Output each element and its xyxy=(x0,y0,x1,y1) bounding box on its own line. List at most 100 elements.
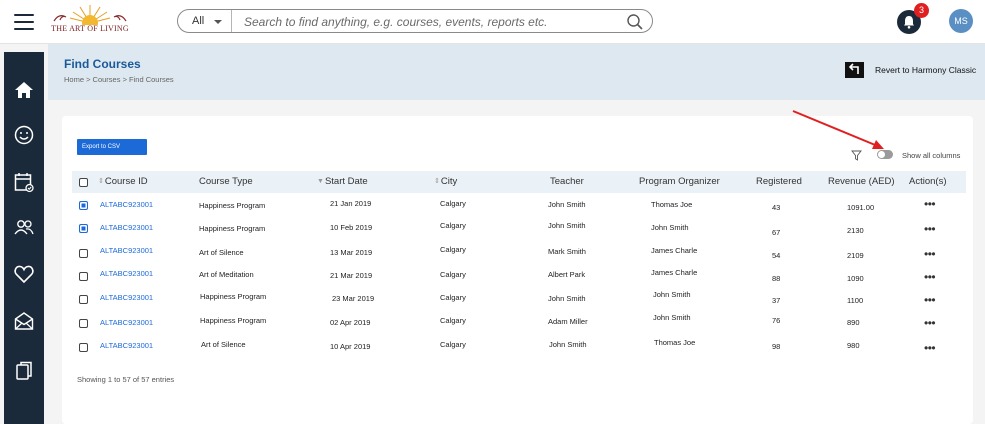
home-icon[interactable] xyxy=(13,79,35,101)
sort-icon: ⇕ xyxy=(434,178,440,185)
course-id-link[interactable]: ALTABC923001 xyxy=(100,246,153,255)
brand-logo[interactable]: THE ART OF LIVING xyxy=(46,3,134,33)
table-row: ALTABC923001 Happiness Program 02 Apr 20… xyxy=(72,310,966,333)
organizer-cell: Thomas Joe xyxy=(654,338,696,347)
teacher-cell: Adam Miller xyxy=(548,317,588,326)
table-row: ALTABC923001 Art of Silence 13 Mar 2019 … xyxy=(72,241,966,264)
revenue-cell: 2109 xyxy=(847,251,864,260)
show-all-columns-toggle[interactable] xyxy=(877,150,893,159)
row-checkbox[interactable] xyxy=(79,272,88,281)
start-date-cell: 13 Mar 2019 xyxy=(330,248,373,257)
row-checkbox[interactable] xyxy=(79,319,88,328)
course-type-cell: Happiness Program xyxy=(200,316,267,325)
envelope-icon[interactable] xyxy=(13,310,35,332)
column-header-city[interactable]: ⇕City xyxy=(434,176,457,187)
revenue-cell: 890 xyxy=(847,318,860,327)
search-scope-select[interactable]: All xyxy=(178,10,232,32)
teacher-cell: John Smith xyxy=(548,200,586,209)
table-row: ALTABC923001 Happiness Program 21 Jan 20… xyxy=(72,195,966,218)
revenue-cell: 980 xyxy=(847,341,860,350)
select-all-checkbox[interactable] xyxy=(79,178,88,187)
row-checkbox[interactable] xyxy=(79,201,88,210)
hamburger-menu-icon[interactable] xyxy=(14,14,34,30)
row-checkbox[interactable] xyxy=(79,295,88,304)
notification-count-badge: 3 xyxy=(914,3,929,18)
column-header-actions: Action(s) xyxy=(909,176,947,187)
row-checkbox[interactable] xyxy=(79,224,88,233)
city-cell: Calgary xyxy=(440,245,466,254)
course-type-cell: Happiness Program xyxy=(199,201,266,210)
column-header-course-type[interactable]: Course Type xyxy=(199,176,253,187)
heart-icon[interactable] xyxy=(13,263,35,285)
row-actions-menu[interactable]: ••• xyxy=(924,342,936,354)
undo-arrow-icon xyxy=(848,63,859,74)
registered-cell: 98 xyxy=(772,342,781,351)
teacher-cell: Mark Smith xyxy=(548,247,586,256)
teacher-cell: John Smith xyxy=(549,340,587,349)
column-header-teacher[interactable]: Teacher xyxy=(550,176,584,187)
column-header-revenue[interactable]: Revenue (AED) xyxy=(828,176,895,187)
teacher-cell: John Smith xyxy=(548,221,586,230)
course-id-link[interactable]: ALTABC923001 xyxy=(100,269,153,278)
row-checkbox[interactable] xyxy=(79,343,88,352)
search-input[interactable] xyxy=(244,14,614,29)
table-row: ALTABC923001 Happiness Program 10 Feb 20… xyxy=(72,218,966,241)
search-bar: All xyxy=(177,9,653,33)
top-bar: THE ART OF LIVING All 3 MS xyxy=(0,0,985,44)
city-cell: Calgary xyxy=(440,340,466,349)
revert-button[interactable] xyxy=(845,62,864,78)
course-id-link[interactable]: ALTABC923001 xyxy=(100,293,153,302)
people-icon[interactable] xyxy=(13,216,35,238)
course-id-link[interactable]: ALTABC923001 xyxy=(100,318,153,327)
revenue-cell: 1100 xyxy=(847,296,864,305)
page-header: Find Courses Home > Courses > Find Cours… xyxy=(48,44,985,100)
course-id-link[interactable]: ALTABC923001 xyxy=(100,200,153,209)
row-checkbox[interactable] xyxy=(79,249,88,258)
table-header: ⇕Course ID Course Type ▼Start Date ⇕City… xyxy=(72,171,966,193)
row-actions-menu[interactable]: ••• xyxy=(924,248,936,260)
revert-to-classic-link[interactable]: Revert to Harmony Classic xyxy=(875,65,976,75)
show-all-columns-label: Show all columns xyxy=(902,151,961,160)
caret-down-icon xyxy=(214,20,222,24)
row-actions-menu[interactable]: ••• xyxy=(924,223,936,235)
copy-documents-icon[interactable] xyxy=(13,360,35,382)
start-date-cell: 21 Mar 2019 xyxy=(330,271,373,280)
calendar-icon[interactable] xyxy=(13,171,35,193)
row-actions-menu[interactable]: ••• xyxy=(924,294,936,306)
bell-icon xyxy=(904,16,914,29)
city-cell: Calgary xyxy=(440,199,466,208)
registered-cell: 88 xyxy=(772,274,781,283)
search-scope-label: All xyxy=(192,15,205,27)
table-row: ALTABC923001 Art of Silence 10 Apr 2019 … xyxy=(72,333,966,356)
organizer-cell: John Smith xyxy=(653,290,691,299)
revenue-cell: 1091.00 xyxy=(847,203,875,212)
sidebar xyxy=(4,52,44,424)
sort-desc-icon: ▼ xyxy=(317,178,324,185)
table-row: ALTABC923001 Art of Meditation 21 Mar 20… xyxy=(72,264,966,287)
page-title: Find Courses xyxy=(64,57,141,71)
city-cell: Calgary xyxy=(440,293,466,302)
column-header-program-organizer[interactable]: Program Organizer xyxy=(639,176,720,187)
start-date-cell: 10 Feb 2019 xyxy=(330,223,373,232)
search-icon[interactable] xyxy=(626,13,644,31)
row-actions-menu[interactable]: ••• xyxy=(924,271,936,283)
organizer-cell: Thomas Joe xyxy=(651,200,693,209)
column-header-course-id[interactable]: ⇕Course ID xyxy=(98,176,148,187)
column-header-start-date[interactable]: ▼Start Date xyxy=(317,176,368,187)
city-cell: Calgary xyxy=(440,221,466,230)
course-id-link[interactable]: ALTABC923001 xyxy=(100,223,153,232)
table-row: ALTABC923001 Happiness Program 23 Mar 20… xyxy=(72,287,966,310)
registered-cell: 54 xyxy=(772,251,781,260)
organizer-cell: John Smith xyxy=(651,223,689,232)
column-header-registered[interactable]: Registered xyxy=(756,176,802,187)
row-actions-menu[interactable]: ••• xyxy=(924,198,936,210)
row-actions-menu[interactable]: ••• xyxy=(924,317,936,329)
filter-icon[interactable] xyxy=(851,150,862,161)
registered-cell: 67 xyxy=(772,228,781,237)
breadcrumb: Home > Courses > Find Courses xyxy=(64,75,174,84)
course-id-link[interactable]: ALTABC923001 xyxy=(100,341,153,350)
export-csv-button[interactable]: Export to CSV xyxy=(77,139,147,155)
user-avatar[interactable]: MS xyxy=(949,9,973,33)
organizer-cell: John Smith xyxy=(653,313,691,322)
smiley-icon[interactable] xyxy=(13,124,35,146)
